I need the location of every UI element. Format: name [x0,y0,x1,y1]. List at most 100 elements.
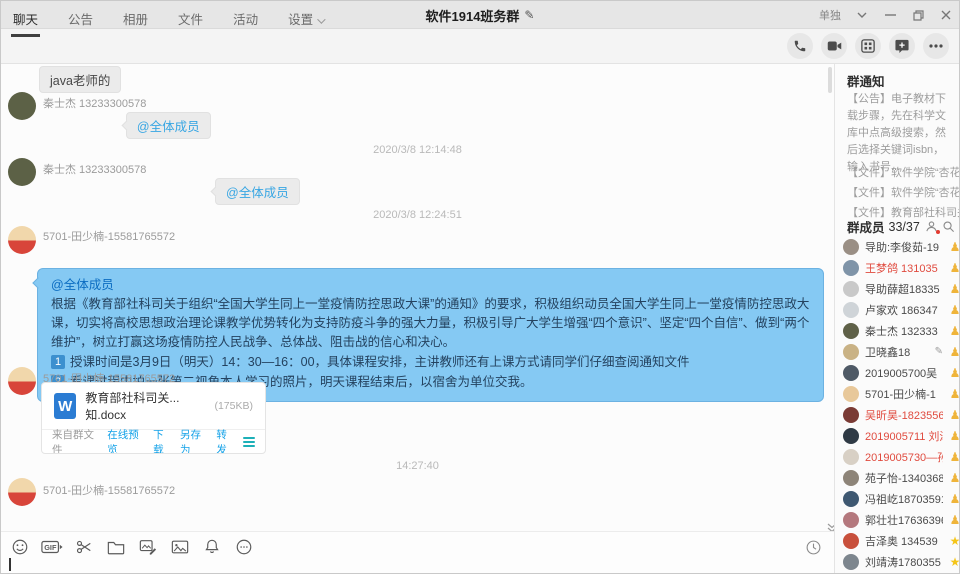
more-icon[interactable] [923,33,949,59]
sender-name: 秦士杰 13233300578 [43,95,146,111]
video-call-icon[interactable] [821,33,847,59]
chevron-down-icon[interactable] [855,8,869,22]
mention-link[interactable]: @全体成员 [226,186,289,200]
member-avatar [843,344,859,360]
member-row[interactable]: 导助薛超18335 ✎ ♟ [843,278,960,299]
notification-dot [936,230,940,234]
phone-icon[interactable] [787,33,813,59]
more-circle-icon[interactable] [233,536,255,558]
file-folder-icon[interactable] [105,536,127,558]
member-avatar [843,407,859,423]
member-name: 郭壮壮17636396842 [865,512,943,528]
notice-body: 根据《教育部社科司关于组织“全国大学生同上一堂疫情防控思政大课”的通知》的要求，… [51,295,810,352]
member-level-icon: ★ [949,555,960,569]
member-avatar [843,302,859,318]
word-doc-icon: W [54,393,76,419]
sender-name: 秦士杰 13233300578 [43,161,146,177]
file-download-link[interactable]: 下载 [153,427,172,455]
file-source: 来自群文件 [52,427,99,455]
avatar[interactable] [8,367,36,395]
member-row[interactable]: 郭壮壮17636396842 ✎ ♟ [843,509,960,530]
bubble-tail [211,187,221,197]
members-header: 群成员 33/37 [847,217,955,236]
member-avatar [843,281,859,297]
minimize-icon[interactable] [883,8,897,22]
member-row[interactable]: 刘靖涛1780355 ✎ ★ [843,551,960,572]
qr-grid-icon[interactable] [855,33,881,59]
member-row[interactable]: 2019005730—孙 ✎ ♟ [843,446,960,467]
member-row[interactable]: 2019005700吴 ✎ ♟ [843,362,960,383]
avatar[interactable] [8,158,36,186]
message-input[interactable] [1,561,834,574]
member-manage-icon[interactable] [925,220,938,233]
member-level-icon: ♟ [949,240,960,254]
avatar[interactable] [8,226,36,254]
avatar[interactable] [8,92,36,120]
file-preview-link[interactable]: 在线预览 [107,427,145,455]
screen-capture-icon[interactable] [137,536,159,558]
window-controls: 单独 [819,1,953,29]
sender-name: 5701-田少楠-15581765572 [43,228,175,244]
shake-bell-icon[interactable] [201,536,223,558]
members-title: 群成员 [847,217,885,236]
svg-text:GIF: GIF [44,543,57,552]
file-actions-row: 来自群文件 在线预览 下载 另存为 转发 [42,429,265,453]
member-level-icon: ♟ [949,471,960,485]
member-level-icon: ♟ [949,387,960,401]
tab-files[interactable]: 文件 [176,0,205,37]
member-row[interactable]: 2019005711 刘泽 ✎ ♟ [843,425,960,446]
bubble-plus-icon[interactable] [889,33,915,59]
gif-icon[interactable]: GIF [41,536,63,558]
member-row[interactable]: 王梦鸽 131035 ✎ ♟ [843,257,960,278]
bubble-tail [32,277,43,288]
mention-link[interactable]: @全体成员 [51,278,114,292]
file-saveas-link[interactable]: 另存为 [180,427,208,455]
notice-file-item[interactable]: 【文件】软件学院“杏花... [847,184,959,200]
picture-icon[interactable] [169,536,191,558]
member-avatar [843,428,859,444]
member-row[interactable]: 吴昕昊-18235560 ✎ ♟ [843,404,960,425]
member-row[interactable]: 吉泽奥 134539 ✎ ★ [843,530,960,551]
sidebar: 群通知 【公告】电子教材下载步骤，先在科学文库中点高级搜索，然后选择关键词isb… [835,64,960,574]
tab-chat[interactable]: 聊天 [11,0,40,37]
member-name: 苑子怡-1340368220 [865,470,943,486]
file-forward-link[interactable]: 转发 [216,427,235,455]
tab-announcement[interactable]: 公告 [66,0,95,37]
member-row[interactable]: 导助:李俊茹-19 ✎ ♟ [843,236,960,257]
pencil-icon: ✎ [935,346,943,357]
chat-scrollbar-thumb[interactable] [828,67,832,93]
message-bubble: @全体成员 [126,112,211,139]
screenshot-scissors-icon[interactable] [73,536,95,558]
notice-file-item[interactable]: 【文件】软件学院“杏花... [847,164,959,180]
tab-album[interactable]: 相册 [121,0,150,37]
member-name: 2019005700吴 [865,365,943,381]
member-avatar [843,470,859,486]
member-avatar [843,449,859,465]
member-row[interactable]: 5701-田少楠-1 ✎ ♟ [843,383,960,404]
history-clock-icon[interactable] [802,536,824,558]
file-card-main[interactable]: W 教育部社科司关...知.docx (175KB) [42,383,265,429]
member-avatar [843,386,859,402]
message-bubble: java老师的 [39,66,121,93]
avatar[interactable] [8,478,36,506]
member-avatar [843,491,859,507]
member-search-icon[interactable] [942,220,955,233]
edit-title-icon[interactable]: ✎ [524,8,534,22]
member-row[interactable]: 卫晓鑫18 ✎ ♟ [843,341,960,362]
close-icon[interactable] [939,8,953,22]
member-row[interactable]: 苑子怡-1340368220 ✎ ♟ [843,467,960,488]
mention-link[interactable]: @全体成员 [137,120,200,134]
member-list: 导助:李俊茹-19 ✎ ♟ 王梦鸽 131035 ✎ ♟ 导助薛超18335 ✎… [843,236,960,572]
restore-icon[interactable] [911,8,925,22]
member-avatar [843,239,859,255]
file-more-menu-icon[interactable] [243,437,255,447]
message-list[interactable]: java老师的 秦士杰 13233300578 @全体成员 2020/3/8 1… [1,64,834,531]
member-row[interactable]: 卢家欢 186347 ✎ ♟ [843,299,960,320]
emoji-icon[interactable] [9,536,31,558]
member-row[interactable]: 秦士杰 132333 ✎ ♟ [843,320,960,341]
tab-settings[interactable]: 设置 [286,0,325,37]
member-avatar [843,365,859,381]
member-row[interactable]: 冯祖屹18703591181 ✎ ♟ [843,488,960,509]
window-mode-label[interactable]: 单独 [819,7,841,23]
tab-activity[interactable]: 活动 [231,0,260,37]
